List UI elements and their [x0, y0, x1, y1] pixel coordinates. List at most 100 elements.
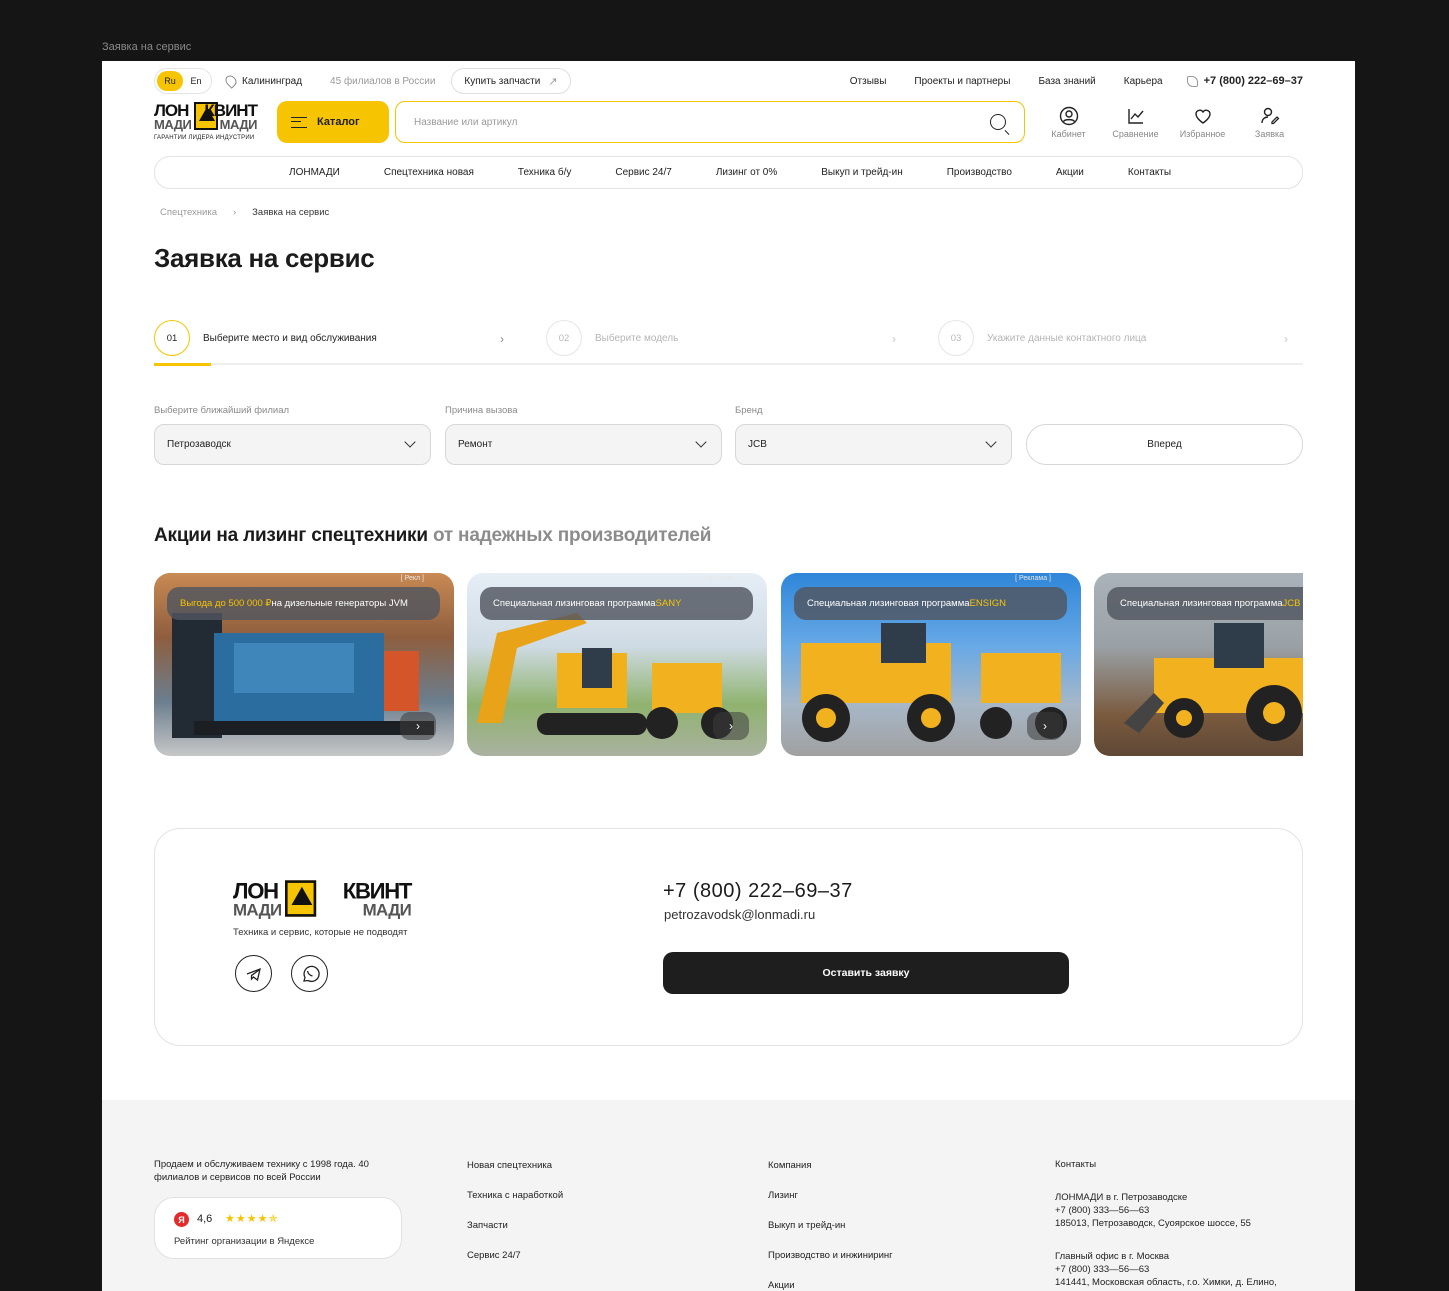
office-address: 185013, Петрозаводск, Суоярское шоссе, 5…: [1055, 1218, 1251, 1229]
top-link-knowledge[interactable]: База знаний: [1038, 76, 1095, 87]
card-arrow-icon[interactable]: ›: [1027, 712, 1063, 740]
chevron-right-icon: ›: [500, 332, 504, 346]
footer-link[interactable]: Сервис 24/7: [467, 1250, 563, 1261]
breadcrumb: Спецтехника › Заявка на сервис: [160, 207, 329, 218]
heart-icon: [1192, 106, 1214, 126]
contact-phone[interactable]: +7 (800) 222–69–37: [663, 880, 853, 903]
frame-label: Заявка на сервис: [102, 41, 192, 53]
city-selector[interactable]: Калининград: [223, 73, 302, 89]
promo-heading-main: Акции на лизинг спецтехники: [154, 525, 428, 546]
logo-text-madi-left: МАДИ: [233, 899, 282, 920]
footer-link[interactable]: Компания: [768, 1160, 893, 1171]
promo-card-ensign[interactable]: [ Реклама ] Специальная лизинговая прогр…: [781, 573, 1081, 756]
nav-item-production[interactable]: Производство: [947, 167, 1012, 178]
contact-email[interactable]: petrozavodsk@lonmadi.ru: [664, 907, 815, 922]
request-button[interactable]: Заявка: [1236, 106, 1303, 139]
logo-text-madi-right: МАДИ: [219, 117, 258, 132]
catalog-button[interactable]: Каталог: [276, 101, 389, 143]
breadcrumb-current: Заявка на сервис: [252, 207, 330, 218]
breadcrumb-chevron-icon: ›: [233, 207, 237, 218]
footer-link[interactable]: Техника с наработкой: [467, 1190, 563, 1201]
search-input[interactable]: [413, 116, 991, 128]
branch-select[interactable]: Петрозаводск: [154, 424, 431, 465]
lang-ru[interactable]: Ru: [157, 71, 183, 91]
step-3-label: Укажите данные контактного лица: [987, 332, 1147, 344]
top-phone[interactable]: +7 (800) 222–69–37: [1186, 75, 1303, 87]
nav-item-contacts[interactable]: Контакты: [1128, 167, 1171, 178]
promo-card-jvm[interactable]: [ Рекл ] Выгода до 500 000 ₽ на дизельны…: [154, 573, 454, 756]
reason-select[interactable]: Ремонт: [445, 424, 722, 465]
stepper: 01 Выберите место и вид обслуживания › 0…: [154, 319, 1303, 367]
location-pin-icon: [223, 73, 239, 89]
compare-button[interactable]: Сравнение: [1102, 106, 1169, 139]
card-arrow-icon[interactable]: ›: [400, 712, 436, 740]
footer-link[interactable]: Выкуп и трейд-ин: [768, 1220, 893, 1231]
office-phone[interactable]: +7 (800) 333—56—63: [1055, 1204, 1295, 1217]
office-name: Главный офис в г. Москва: [1055, 1251, 1170, 1262]
promo-highlight: SANY: [655, 598, 682, 609]
rating-label: Рейтинг организации в Яндексе: [174, 1236, 315, 1247]
next-button[interactable]: Вперед: [1026, 424, 1303, 465]
main-nav: ЛОНМАДИ Спецтехника новая Техника б/у Се…: [154, 156, 1303, 189]
nav-item-leasing[interactable]: Лизинг от 0%: [716, 167, 777, 178]
footer-link[interactable]: Запчасти: [467, 1220, 563, 1231]
nav-item-tradein[interactable]: Выкуп и трейд-ин: [821, 167, 902, 178]
top-link-career[interactable]: Карьера: [1124, 76, 1163, 87]
cabinet-label: Кабинет: [1051, 128, 1086, 139]
promo-text: Специальная лизинговая программа: [807, 598, 970, 609]
nav-item-used[interactable]: Техника б/у: [518, 167, 571, 178]
lang-en[interactable]: En: [183, 71, 209, 91]
nav-item-service[interactable]: Сервис 24/7: [615, 167, 671, 178]
language-switcher[interactable]: Ru En: [154, 68, 212, 94]
footer-link[interactable]: Производство и инжиниринг: [768, 1250, 893, 1261]
promo-ad-label: [ Реклама ]: [701, 575, 737, 582]
page-title: Заявка на сервис: [154, 243, 375, 273]
promo-card-jcb[interactable]: Специальная лизинговая программа JCB: [1094, 573, 1303, 756]
card-arrow-icon[interactable]: ›: [713, 712, 749, 740]
promo-card-sany[interactable]: [ Реклама ] Специальная лизинговая прогр…: [467, 573, 767, 756]
yandex-rating[interactable]: Я 4,6 ★★★★✯ Рейтинг организации в Яндекс…: [154, 1197, 402, 1259]
nav-item-new-machinery[interactable]: Спецтехника новая: [384, 167, 474, 178]
search-icon[interactable]: [990, 114, 1007, 130]
step-2-label: Выберите модель: [595, 332, 679, 344]
menu-icon: [290, 116, 307, 128]
step-1[interactable]: 01 Выберите место и вид обслуживания ›: [154, 319, 504, 357]
footer-link[interactable]: Новая спецтехника: [467, 1160, 563, 1171]
reason-label: Причина вызова: [445, 405, 518, 416]
footer-contacts-title: Контакты: [1055, 1159, 1097, 1170]
footer-col-catalog: Новая спецтехника Техника с наработкой З…: [467, 1160, 563, 1280]
buy-parts-button[interactable]: Купить запчасти ↗: [451, 68, 571, 94]
logo-text-madi-right: МАДИ: [362, 899, 412, 920]
step-2[interactable]: 02 Выберите модель ›: [546, 319, 896, 357]
logo[interactable]: ЛОН МАДИ КВИНТ МАДИ ГАРАНТИИ ЛИДЕРА ИНДУ…: [154, 101, 258, 143]
footer-link[interactable]: Лизинг: [768, 1190, 893, 1201]
office-moscow: Главный офис в г. Москва +7 (800) 333—56…: [1055, 1250, 1295, 1289]
top-link-projects[interactable]: Проекты и партнеры: [914, 76, 1010, 87]
arrow-up-right-icon: ↗: [548, 75, 558, 88]
brand-select[interactable]: JCB: [735, 424, 1012, 465]
filials-link[interactable]: 45 филиалов в России: [330, 76, 435, 87]
leave-request-button[interactable]: Оставить заявку: [663, 952, 1069, 994]
brand-label: Бренд: [735, 405, 763, 416]
chevron-down-icon: [985, 436, 997, 448]
step-2-number: 02: [546, 320, 582, 356]
whatsapp-icon[interactable]: [291, 955, 328, 992]
favorites-button[interactable]: Избранное: [1169, 106, 1236, 139]
top-link-reviews[interactable]: Отзывы: [850, 76, 887, 87]
footer-link[interactable]: Акции: [768, 1280, 893, 1291]
office-name: ЛОНМАДИ в г. Петрозаводске: [1055, 1192, 1188, 1203]
cabinet-button[interactable]: Кабинет: [1035, 106, 1102, 139]
user-icon: [1058, 106, 1080, 126]
contact-logo: ЛОН МАДИ КВИНТ МАДИ: [233, 879, 412, 952]
reason-value: Ремонт: [458, 439, 493, 450]
telegram-icon[interactable]: [235, 955, 272, 992]
nav-item-promo[interactable]: Акции: [1056, 167, 1084, 178]
promo-carousel: [ Рекл ] Выгода до 500 000 ₽ на дизельны…: [154, 573, 1303, 757]
promo-text: на дизельные генераторы JVM: [271, 598, 408, 609]
reason-field: Причина вызова Ремонт: [445, 405, 722, 465]
office-phone[interactable]: +7 (800) 333—56—63: [1055, 1263, 1295, 1276]
nav-item-lonmadi[interactable]: ЛОНМАДИ: [289, 167, 340, 178]
logo-tagline: ГАРАНТИИ ЛИДЕРА ИНДУСТРИИ: [154, 135, 255, 141]
breadcrumb-root[interactable]: Спецтехника: [160, 207, 217, 218]
step-3[interactable]: 03 Укажите данные контактного лица ›: [938, 319, 1288, 357]
